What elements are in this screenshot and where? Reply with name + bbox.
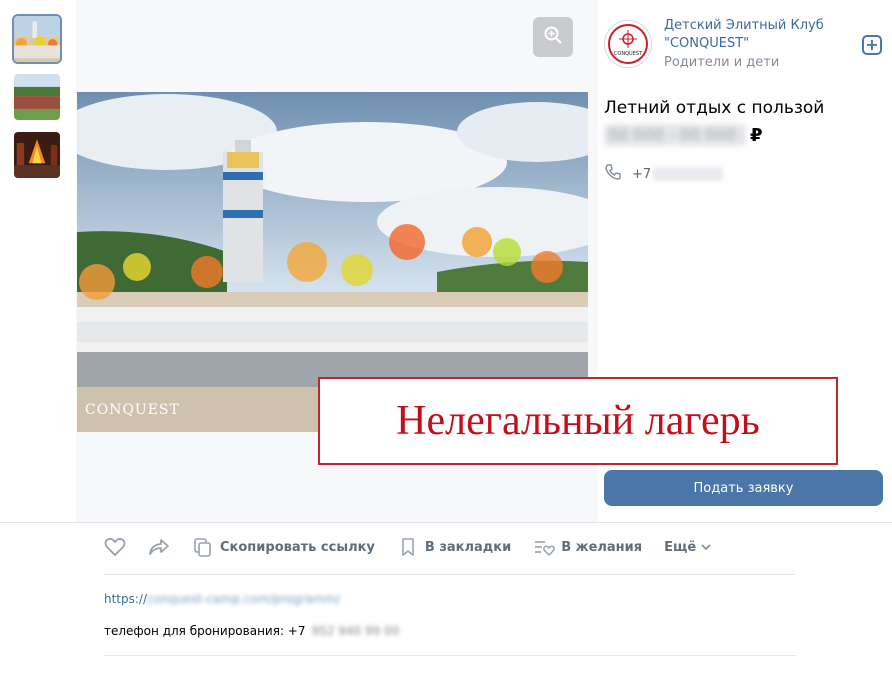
separator-bottom — [104, 655, 796, 656]
thumbnail-2[interactable] — [12, 72, 62, 122]
chevron-down-icon — [701, 543, 711, 551]
link-blurred: conquest-camp.com/programm/ — [147, 592, 341, 606]
description-phone: телефон для бронирования: +7 952 940 99 … — [104, 624, 399, 638]
phone-icon — [604, 163, 622, 185]
like-button[interactable] — [104, 536, 126, 558]
stamp-text: Нелегальный лагерь — [396, 398, 760, 444]
club-category: Родители и дети — [664, 55, 780, 70]
apply-button[interactable]: Подать заявку — [604, 470, 883, 506]
description-link[interactable]: https:// conquest-camp.com/programm/ — [104, 592, 340, 606]
copy-icon — [192, 536, 214, 558]
heart-icon — [104, 536, 126, 558]
booking-phone-label: телефон для бронирования: +7 — [104, 624, 306, 638]
bookmark-icon — [397, 536, 419, 558]
divider — [0, 522, 892, 523]
booking-phone-blurred: 952 940 99 00 — [311, 624, 400, 638]
price-row: 00 000 - 00 000 ₽ — [604, 124, 763, 146]
svg-text:CONQUEST: CONQUEST — [614, 51, 643, 57]
separator — [104, 574, 796, 575]
zoom-button[interactable] — [533, 17, 573, 57]
copy-link-label: Скопировать ссылку — [220, 539, 375, 555]
illegal-camp-stamp: Нелегальный лагерь — [318, 377, 838, 465]
price-value: 00 000 - 00 000 — [604, 124, 746, 146]
plus-icon: + — [865, 35, 879, 54]
bookmark-button[interactable]: В закладки — [397, 536, 511, 558]
club-name-link[interactable]: Детский Элитный Клуб "CONQUEST" — [664, 17, 864, 53]
share-icon — [148, 536, 170, 558]
more-label: Ещё — [664, 539, 697, 555]
item-title: Летний отдых с пользой — [604, 98, 825, 118]
thumbnail-3[interactable] — [12, 130, 62, 180]
copy-link-button[interactable]: Скопировать ссылку — [192, 536, 375, 558]
thumbnail-1[interactable] — [12, 14, 62, 64]
thumbnail-strip — [12, 14, 64, 188]
photo-watermark: CONQUEST — [85, 402, 180, 418]
action-bar: Скопировать ссылку В закладки В желания … — [104, 533, 733, 561]
wishlist-label: В желания — [561, 539, 643, 555]
wishlist-icon — [533, 536, 556, 558]
phone-row[interactable]: +7 — [604, 163, 724, 185]
subscribe-plus-button[interactable]: + — [862, 35, 882, 55]
bookmark-label: В закладки — [424, 539, 512, 555]
currency-symbol: ₽ — [750, 124, 763, 146]
wishlist-button[interactable]: В желания — [533, 536, 642, 558]
zoom-icon — [543, 25, 563, 49]
club-avatar[interactable]: CONQUEST — [604, 20, 652, 68]
phone-prefix: +7 — [632, 166, 652, 182]
share-button[interactable] — [148, 536, 170, 558]
phone-blurred — [653, 167, 724, 181]
link-prefix: https:// — [104, 592, 148, 606]
more-button[interactable]: Ещё — [664, 540, 711, 555]
